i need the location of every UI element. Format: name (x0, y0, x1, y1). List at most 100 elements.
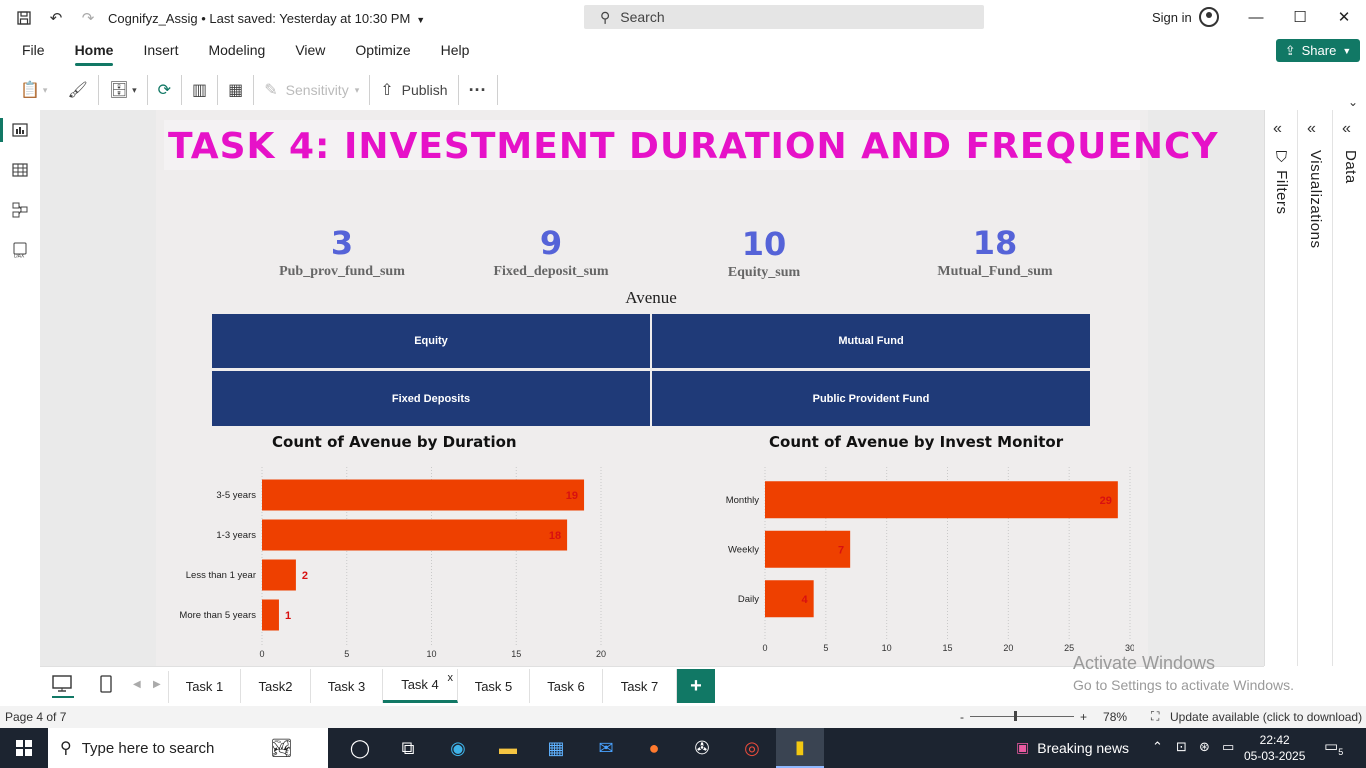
kpi-card-mutual-fund[interactable]: 18 Mutual_Fund_sum (895, 224, 1095, 280)
taskbar-search-placeholder: Type here to search (81, 739, 215, 757)
tab-home[interactable]: Home (60, 36, 129, 66)
share-icon: ⇪ (1284, 42, 1296, 58)
power-bi-icon[interactable]: ▮ (776, 728, 824, 768)
tab-insert[interactable]: Insert (128, 36, 193, 66)
page-tab-task2[interactable]: Task2 (241, 669, 311, 703)
task-view-icon[interactable]: ⧉ (384, 728, 432, 768)
share-button[interactable]: ⇪ Share ▼ (1276, 39, 1360, 62)
save-icon[interactable] (8, 0, 40, 36)
kpi-value: 18 (972, 224, 1018, 262)
dax-query-view-icon[interactable]: DAX (0, 230, 40, 270)
invest-monitor-bar-chart[interactable]: 0 5 10 15 20 25 30Monthly 29Weekly 7Daily 4 (664, 458, 1134, 666)
zoom-slider[interactable] (970, 711, 1074, 721)
minimize-button[interactable]: — (1236, 6, 1276, 30)
add-page-button[interactable]: + (677, 669, 715, 703)
avenue-tile-public-provident-fund[interactable]: Public Provident Fund (652, 371, 1090, 426)
vpn-icon[interactable]: ⊛ (1199, 739, 1210, 755)
paste-button[interactable]: 📋 ▾ (10, 74, 57, 106)
page-tab-task-6[interactable]: Task 6 (530, 669, 603, 703)
model-view-icon[interactable] (0, 190, 40, 230)
redo-icon[interactable]: ↷ (72, 0, 104, 36)
data-label: 19 (566, 490, 578, 502)
maximize-button[interactable]: ☐ (1280, 6, 1320, 30)
avenue-tile-equity[interactable]: Equity (212, 314, 650, 368)
kpi-card-pub-prov-fund[interactable]: 3 Pub_prov_fund_sum (242, 224, 442, 280)
avenue-tile-fixed-deposits[interactable]: Fixed Deposits (212, 371, 650, 426)
mobile-view-icon[interactable] (100, 675, 112, 698)
tab-modeling[interactable]: Modeling (193, 36, 280, 66)
sensitivity-icon: ✎ (264, 82, 278, 99)
report-view-icon[interactable] (0, 110, 40, 150)
more-options-button[interactable]: ··· (459, 74, 497, 106)
table-view-icon[interactable] (0, 150, 40, 190)
media-player-icon[interactable]: ✇ (678, 728, 726, 768)
refresh-button[interactable]: ⟳ (148, 74, 181, 106)
tab-optimize[interactable]: Optimize (340, 36, 425, 66)
data-label: Data (1342, 150, 1359, 184)
document-title[interactable]: Cognifyz_Assig • Last saved: Yesterday a… (108, 11, 425, 26)
publish-button[interactable]: ⇧ Publish (370, 74, 457, 106)
filters-pane[interactable]: « ⛉ Filters (1265, 110, 1298, 666)
kpi-card-fixed-deposit[interactable]: 9 Fixed_deposit_sum (451, 224, 651, 280)
left-view-nav: DAX (0, 110, 40, 666)
file-explorer-icon[interactable]: ▬ (484, 728, 532, 768)
new-visual-button[interactable]: ▥ (182, 74, 217, 106)
network-icon[interactable]: ▭ (1222, 739, 1234, 755)
edge-icon[interactable]: ◉ (434, 728, 482, 768)
close-icon[interactable]: x (448, 672, 454, 684)
format-painter-button[interactable]: 🖌 (57, 74, 97, 106)
search-icon: ⚲ (60, 740, 72, 757)
calculator-button[interactable]: ▦ (218, 74, 253, 106)
search-input[interactable]: ⚲ Search (584, 5, 984, 29)
x-tick-label: 15 (942, 643, 952, 653)
chart-title-invest-monitor: Count of Avenue by Invest Monitor (769, 433, 1064, 451)
page-tab-task-3[interactable]: Task 3 (311, 669, 383, 703)
title-banner[interactable]: TASK 4: INVESTMENT DURATION AND FREQUENC… (164, 120, 1218, 170)
chevron-down-icon[interactable]: ⌄ (1348, 95, 1358, 109)
notifications-icon[interactable]: ▭5 (1324, 737, 1343, 757)
microsoft-store-icon[interactable]: ▦ (532, 728, 580, 768)
cortana-icon[interactable]: ◯ (336, 728, 384, 768)
sign-in-link[interactable]: Sign in (1152, 10, 1192, 25)
start-button[interactable] (0, 728, 48, 768)
chevron-up-icon[interactable]: ⌃ (1152, 739, 1163, 755)
chrome-icon[interactable]: ◎ (728, 728, 776, 768)
zoom-in-button[interactable]: + (1080, 710, 1087, 724)
tab-view[interactable]: View (280, 36, 340, 66)
close-button[interactable]: ✕ (1324, 6, 1364, 30)
duration-bar-chart[interactable]: 0 5 10 15 20 3-5 years 19 1-3 years 18 Less than … (162, 458, 622, 666)
kpi-card-equity[interactable]: 10 Equity_sum (664, 225, 864, 281)
firefox-icon[interactable]: ● (630, 728, 678, 768)
visualizations-pane[interactable]: « Visualizations (1299, 110, 1333, 666)
tab-help[interactable]: Help (426, 36, 485, 66)
system-clock[interactable]: 22:42 05-03-2025 (1244, 732, 1305, 764)
expand-left-icon[interactable]: « (1273, 120, 1282, 138)
fit-to-page-icon[interactable]: ⛶ (1151, 709, 1159, 724)
filters-pane-label: ⛉ Filters (1273, 150, 1290, 215)
news-widget[interactable]: ▣ Breaking news (1016, 739, 1129, 756)
get-data-button[interactable]: 🗄 ▾ (99, 74, 147, 106)
scroll-right-icon[interactable]: ▶ (153, 679, 161, 690)
page-tab-task-5[interactable]: Task 5 (458, 669, 530, 703)
sensitivity-button[interactable]: ✎ Sensitivity ▾ (254, 74, 369, 106)
page-tab-task-1[interactable]: Task 1 (169, 669, 241, 703)
zoom-slider-thumb[interactable] (1014, 711, 1017, 721)
desktop-view-icon[interactable] (52, 675, 72, 698)
undo-icon[interactable]: ↶ (40, 0, 72, 36)
expand-left-icon[interactable]: « (1307, 120, 1316, 138)
camera-icon[interactable]: ⊡ (1176, 739, 1187, 755)
scroll-left-icon[interactable]: ◀ (133, 679, 141, 690)
data-pane[interactable]: « Data (1334, 110, 1366, 666)
taskbar-search-input[interactable]: ⚲ Type here to search 🏞 (48, 728, 328, 768)
tab-file[interactable]: File (7, 36, 60, 66)
expand-left-icon[interactable]: « (1342, 120, 1351, 138)
zoom-out-button[interactable]: - (960, 710, 964, 724)
filter-icon: ⛉ (1273, 150, 1290, 171)
x-tick-label: 20 (1003, 643, 1013, 653)
page-tab-task-7[interactable]: Task 7 (603, 669, 677, 703)
mail-icon[interactable]: ✉ (582, 728, 630, 768)
update-available-link[interactable]: Update available (click to download) (1170, 710, 1362, 724)
page-tab-task-4[interactable]: Task 4 x (383, 669, 458, 703)
avenue-tile-mutual-fund[interactable]: Mutual Fund (652, 314, 1090, 368)
account-icon[interactable] (1199, 7, 1219, 27)
